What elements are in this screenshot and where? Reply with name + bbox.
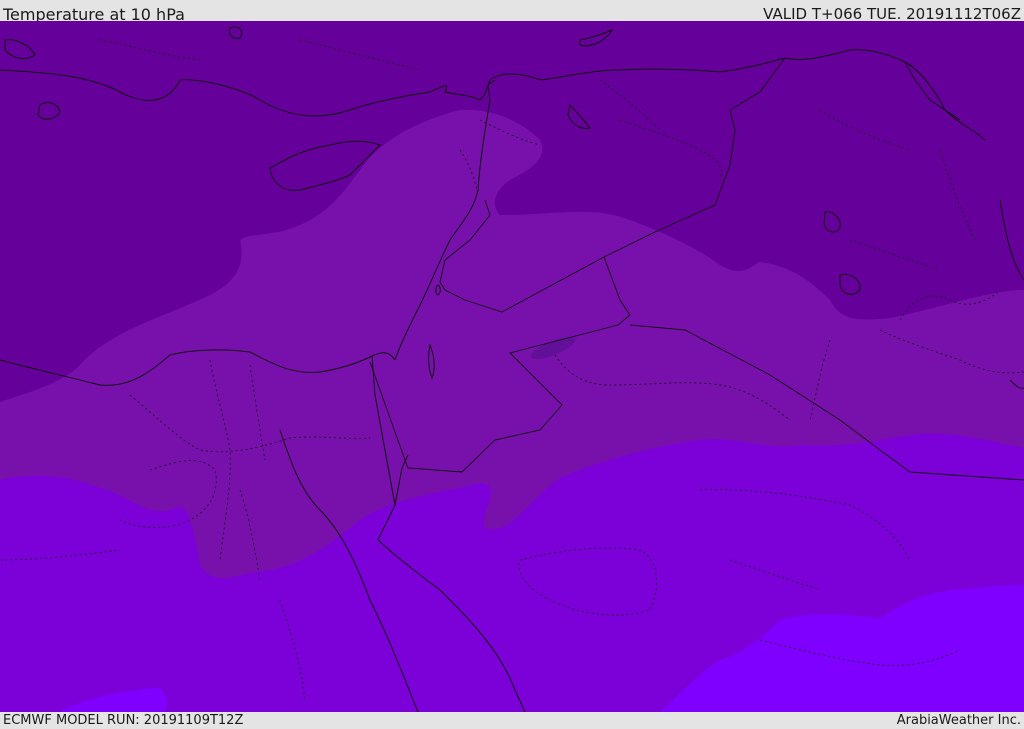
- map-page: Temperature at 10 hPa VALID T+066 TUE. 2…: [0, 0, 1024, 729]
- footer-bar: ECMWF MODEL RUN: 20191109T12Z ArabiaWeat…: [0, 712, 1024, 729]
- header-bar: Temperature at 10 hPa VALID T+066 TUE. 2…: [0, 0, 1024, 24]
- credit-label: ArabiaWeather Inc.: [896, 713, 1021, 728]
- map-canvas: [0, 21, 1024, 712]
- weather-map[interactable]: [0, 21, 1024, 712]
- model-run-label: ECMWF MODEL RUN: 20191109T12Z: [3, 713, 244, 728]
